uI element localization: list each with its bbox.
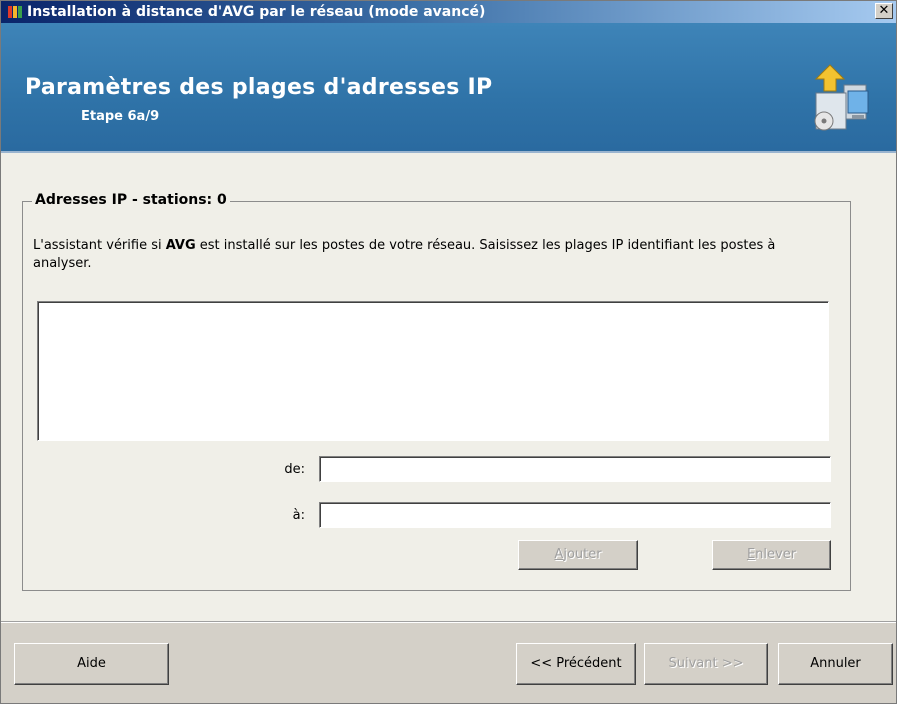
from-ip-input[interactable] [319, 456, 831, 482]
cancel-button[interactable]: Annuler [778, 643, 893, 685]
remove-accelerator: E [746, 547, 756, 562]
window-title: Installation à distance d'AVG par le rés… [27, 4, 486, 20]
title-bar[interactable]: Installation à distance d'AVG par le rés… [1, 1, 896, 23]
add-accelerator: A [554, 547, 564, 562]
remove-button[interactable]: Enlever [712, 540, 831, 570]
page-title: Paramètres des plages d'adresses IP [25, 75, 493, 100]
close-icon: ✕ [878, 3, 890, 18]
footer-separator [1, 621, 896, 623]
ip-range-list[interactable] [37, 301, 829, 441]
add-button[interactable]: Ajouter [518, 540, 638, 570]
next-button[interactable]: Suivant >> [644, 643, 768, 685]
wizard-window: Installation à distance d'AVG par le rés… [0, 0, 897, 704]
to-label: à: [292, 508, 305, 523]
step-indicator: Etape 6a/9 [81, 109, 160, 124]
banner-separator [1, 151, 896, 153]
to-ip-input[interactable] [319, 502, 831, 528]
description-text: L'assistant vérifie si AVG est installé … [33, 237, 833, 273]
group-legend: Adresses IP - stations: 0 [32, 192, 230, 208]
close-button[interactable]: ✕ [875, 3, 893, 19]
previous-button[interactable]: << Précédent [516, 643, 636, 685]
add-label: jouter [563, 547, 602, 562]
help-button[interactable]: Aide [14, 643, 169, 685]
remove-label: nlever [755, 547, 797, 562]
header-banner: Paramètres des plages d'adresses IP Etap… [1, 23, 896, 151]
avg-logo-icon [7, 4, 23, 20]
computer-install-icon [808, 63, 872, 135]
description-part-1: L'assistant vérifie si [33, 238, 166, 253]
description-bold: AVG [165, 238, 196, 253]
from-label: de: [284, 462, 305, 477]
